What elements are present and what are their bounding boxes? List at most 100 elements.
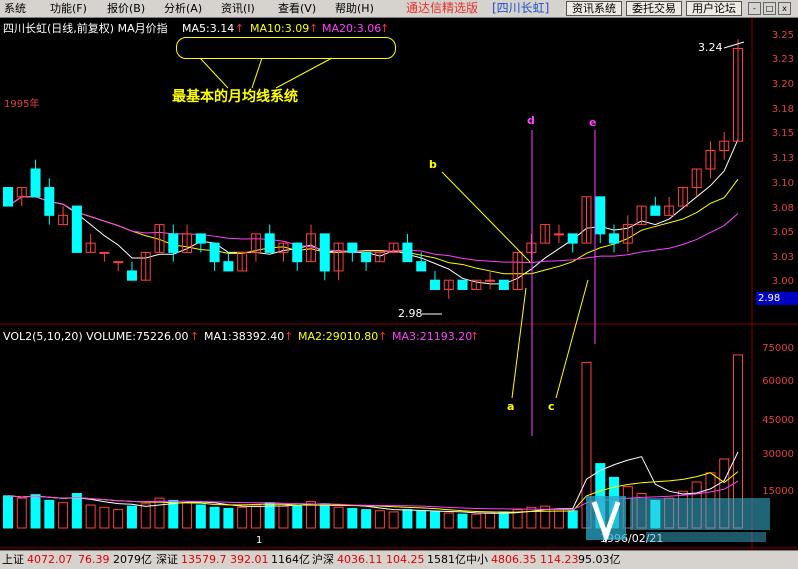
candle-body — [99, 251, 110, 254]
volume-bar — [182, 502, 193, 529]
volume-bar — [30, 494, 41, 529]
candle-body — [71, 205, 82, 253]
vol-ma2-arrow: ↑ — [378, 330, 388, 343]
candle-body — [126, 270, 137, 281]
volume-bar — [292, 504, 303, 529]
volume-bar — [388, 511, 399, 529]
index-amount-shenzhen: 1164亿 — [271, 553, 310, 566]
forum-button[interactable]: 用户论坛 — [686, 1, 742, 16]
candle-body — [30, 168, 41, 198]
volume-bar — [223, 507, 234, 529]
ma5-arrow: ↑ — [235, 22, 245, 35]
candle-body — [416, 261, 427, 272]
price-tick: 3.13 — [771, 153, 794, 164]
menu-view[interactable]: 查看(V) — [278, 1, 316, 16]
volume-bar — [498, 511, 509, 529]
candle-body — [44, 187, 55, 216]
trade-button[interactable]: 委托交易 — [626, 1, 682, 16]
menu-bar: 系统 功能(F) 报价(B) 分析(A) 资讯(I) 查看(V) 帮助(H) 通… — [0, 0, 798, 18]
index-name-shenzhen: 深证 — [156, 553, 178, 566]
ma10-line — [7, 178, 739, 275]
minimize-icon[interactable]: - — [748, 2, 761, 15]
vol-ma3-arrow: ↑ — [470, 330, 480, 343]
volume-tick: 75000 — [762, 343, 794, 354]
volume-bar — [16, 497, 27, 529]
index-name-sme: 中小 — [466, 553, 488, 566]
candle-body — [650, 205, 661, 216]
candle-body — [319, 233, 330, 272]
candle-body — [485, 279, 496, 282]
price-header: 四川长虹(日线,前复权) MA月价指 — [3, 22, 168, 35]
low-marker: 2.98 — [398, 307, 423, 320]
volume-bar — [553, 509, 564, 529]
volume-tick: 60000 — [762, 376, 794, 387]
info-system-button[interactable]: 资讯系统 — [566, 1, 622, 16]
volume-bar — [471, 513, 482, 529]
candle-body — [168, 233, 179, 253]
price-tick: 3.08 — [771, 203, 794, 214]
volume-bar — [278, 505, 289, 529]
menu-analysis[interactable]: 分析(A) — [164, 1, 202, 16]
ma20-label: MA20:3.06 — [322, 22, 382, 35]
price-tick: 3.15 — [771, 128, 794, 139]
volume-tick: 30000 — [762, 449, 794, 460]
price-tick: 3.20 — [771, 79, 794, 90]
candle-body — [361, 251, 372, 263]
ma10-label: MA10:3.09 — [250, 22, 310, 35]
index-name-hushen: 沪深 — [312, 553, 334, 566]
chart-area[interactable]: 四川长虹(日线,前复权) MA月价指 MA5:3.14 ↑ MA10:3.09 … — [0, 18, 798, 550]
index-change-shenzhen: 392.01 — [230, 553, 269, 566]
volume-bar — [347, 507, 358, 529]
annotation-title: 最基本的月均线系统 — [172, 89, 298, 105]
menu-quote[interactable]: 报价(B) — [107, 1, 145, 16]
volume-bar — [140, 503, 151, 529]
candle-body — [3, 187, 13, 207]
current-price-tag: 2.98 — [756, 292, 798, 305]
high-marker: 3.24 — [698, 41, 723, 54]
menu-function[interactable]: 功能(F) — [50, 1, 87, 16]
point-label-b: b — [429, 158, 437, 171]
volume-bar — [457, 513, 468, 529]
volume-marker: 1 — [256, 535, 263, 546]
ma-label-box — [176, 37, 396, 59]
candle-body — [595, 196, 606, 235]
price-tick: 3.05 — [771, 227, 794, 238]
kline-chart[interactable] — [0, 18, 798, 550]
price-tick: 3.10 — [771, 178, 794, 189]
vol-ma3-label: MA3:21193.20 — [392, 330, 473, 343]
watermark-logo — [586, 488, 776, 548]
index-change-shanghai: 76.39 — [78, 553, 110, 566]
candle-body — [457, 279, 468, 290]
volume-bar — [333, 506, 344, 529]
pointer-a — [511, 287, 527, 399]
point-label-c: c — [548, 400, 555, 413]
volume-bar — [99, 506, 110, 529]
vol-ma2-label: MA2:29010.80 — [298, 330, 379, 343]
close-icon[interactable]: x — [778, 2, 791, 15]
volume-bar — [319, 503, 330, 529]
index-change-sme: 114.23 — [540, 553, 579, 566]
candle-body — [553, 233, 564, 236]
volume-bar — [429, 511, 440, 529]
menu-info[interactable]: 资讯(I) — [221, 1, 255, 16]
status-bar: 上证 4072.07 76.39 2079亿 深证 13579.7 392.01… — [0, 550, 798, 569]
index-amount-sme: 95.03亿 — [578, 553, 621, 566]
index-name-shanghai: 上证 — [2, 553, 24, 566]
index-value-shanghai: 4072.07 — [27, 553, 73, 566]
volume-arrow: ↑ — [190, 330, 200, 343]
maximize-icon[interactable]: □ — [763, 2, 776, 15]
arrow-high — [723, 41, 745, 49]
ma10-arrow: ↑ — [309, 22, 319, 35]
price-tick: 3.25 — [771, 30, 794, 41]
pointer-ma5 — [199, 57, 229, 89]
volume-bar — [402, 509, 413, 529]
menu-help[interactable]: 帮助(H) — [335, 1, 374, 16]
volume-bar — [237, 506, 248, 529]
volume-tick: 45000 — [762, 415, 794, 426]
menu-system[interactable]: 系统 — [4, 1, 26, 16]
candle-body — [609, 233, 620, 244]
year-label: 1995年 — [4, 99, 40, 110]
index-value-sme: 4806.35 — [491, 553, 537, 566]
volume-bar — [126, 505, 137, 529]
volume-bar — [374, 510, 385, 529]
